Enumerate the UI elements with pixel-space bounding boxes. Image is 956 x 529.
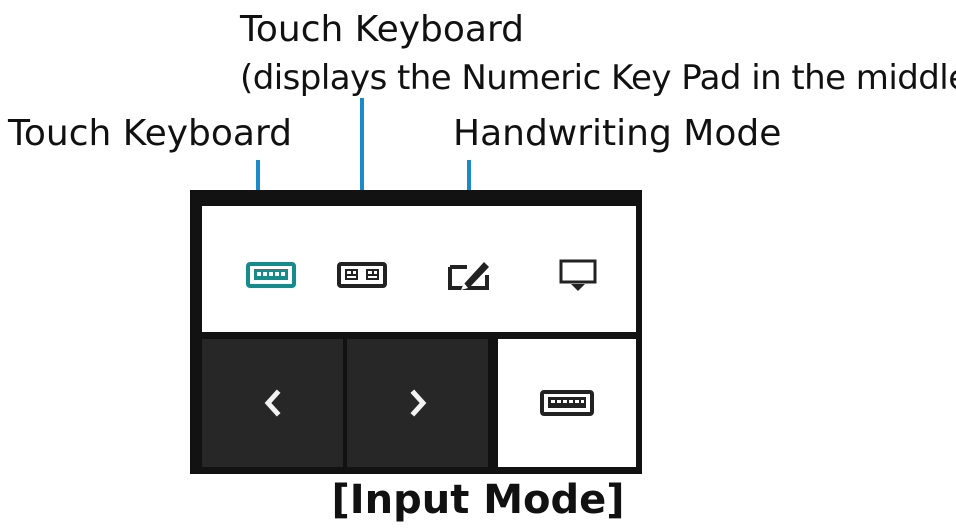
touch-keyboard-label: Touch Keyboard [8, 113, 292, 154]
current-input-mode-button[interactable] [498, 339, 636, 467]
touch-keyboard-numeric-description: (displays the Numeric Key Pad in the mid… [240, 58, 956, 98]
input-mode-caption: [Input Mode] [331, 477, 625, 523]
next-button[interactable] [347, 339, 488, 467]
split-keyboard-icon [337, 262, 387, 288]
numeric-keypad-keyboard-button[interactable] [330, 252, 394, 298]
handwriting-pen-icon [448, 262, 489, 290]
keyboard-icon [540, 390, 594, 416]
dock-keyboard-icon [559, 259, 597, 291]
handwriting-mode-label: Handwriting Mode [453, 113, 782, 154]
touch-keyboard-numeric-title: Touch Keyboard [240, 9, 524, 50]
handwriting-mode-button[interactable] [438, 252, 502, 298]
input-mode-panel [190, 190, 642, 474]
chevron-left-icon [264, 389, 281, 417]
keyboard-icon [246, 262, 296, 288]
previous-button[interactable] [202, 339, 343, 467]
dock-keyboard-button[interactable] [546, 252, 610, 298]
input-mode-toolbar [202, 206, 636, 332]
input-mode-navigation [202, 339, 636, 467]
touch-keyboard-button[interactable] [239, 252, 303, 298]
chevron-right-icon [409, 389, 426, 417]
